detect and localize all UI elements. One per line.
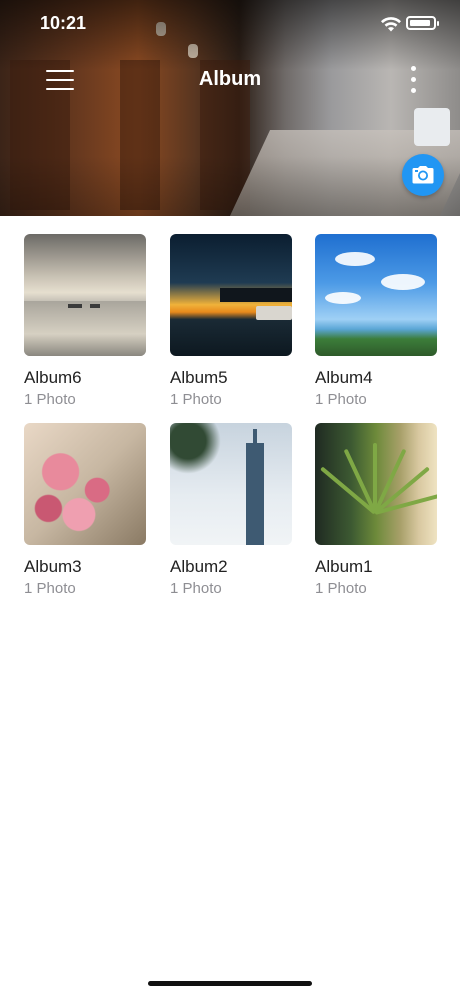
album-photo-count: 1 Photo <box>170 580 222 597</box>
camera-button[interactable] <box>402 154 444 196</box>
album-name: Album6 <box>24 368 82 387</box>
header-shade-bottom <box>0 156 460 216</box>
album-thumbnail <box>24 234 146 356</box>
album-name: Album3 <box>24 557 82 576</box>
thumbnail-tree <box>170 423 230 483</box>
thumbnail-leaf <box>320 466 377 515</box>
album-name: Album5 <box>170 368 228 387</box>
album-card[interactable]: Album5 1 Photo <box>170 234 292 409</box>
album-photo-count: 1 Photo <box>24 580 76 597</box>
album-name: Album2 <box>170 557 228 576</box>
album-card[interactable]: Album1 1 Photo <box>315 423 437 598</box>
album-thumbnail <box>170 423 292 545</box>
status-time: 10:21 <box>40 13 87 33</box>
thumbnail-cloud <box>335 252 375 266</box>
vertical-dots-icon <box>411 66 416 71</box>
vertical-dots-icon <box>411 77 416 82</box>
album-photo-count: 1 Photo <box>315 580 367 597</box>
album-name: Album1 <box>315 557 373 576</box>
album-thumbnail <box>24 423 146 545</box>
album-thumbnail <box>315 234 437 356</box>
wifi-icon <box>381 17 401 32</box>
battery-icon <box>406 16 439 30</box>
thumbnail-cloud <box>381 274 425 290</box>
vertical-dots-icon <box>411 88 416 93</box>
album-card[interactable]: Album6 1 Photo <box>24 234 146 409</box>
thumbnail-tower <box>246 443 264 545</box>
thumbnail-skyline <box>220 288 292 302</box>
album-photo-count: 1 Photo <box>170 391 222 408</box>
more-options-button[interactable] <box>404 64 422 98</box>
album-card[interactable]: Album4 1 Photo <box>315 234 437 409</box>
album-card[interactable]: Album3 1 Photo <box>24 423 146 598</box>
status-bar: 10:21 <box>0 0 460 48</box>
thumbnail-pier <box>256 306 292 320</box>
album-name: Album4 <box>315 368 373 387</box>
thumbnail-cloud <box>325 292 361 304</box>
album-card[interactable]: Album2 1 Photo <box>170 423 292 598</box>
cover-photo-van <box>414 108 450 146</box>
page-title: Album <box>198 68 262 90</box>
home-indicator[interactable] <box>148 981 312 986</box>
thumbnail-ship <box>90 304 100 308</box>
album-thumbnail <box>315 423 437 545</box>
album-photo-count: 1 Photo <box>315 391 367 408</box>
album-thumbnail <box>170 234 292 356</box>
camera-icon <box>412 166 434 184</box>
thumbnail-sea <box>24 301 146 356</box>
album-photo-count: 1 Photo <box>24 391 76 408</box>
thumbnail-ship <box>68 304 82 308</box>
thumbnail-leaf <box>343 448 377 514</box>
